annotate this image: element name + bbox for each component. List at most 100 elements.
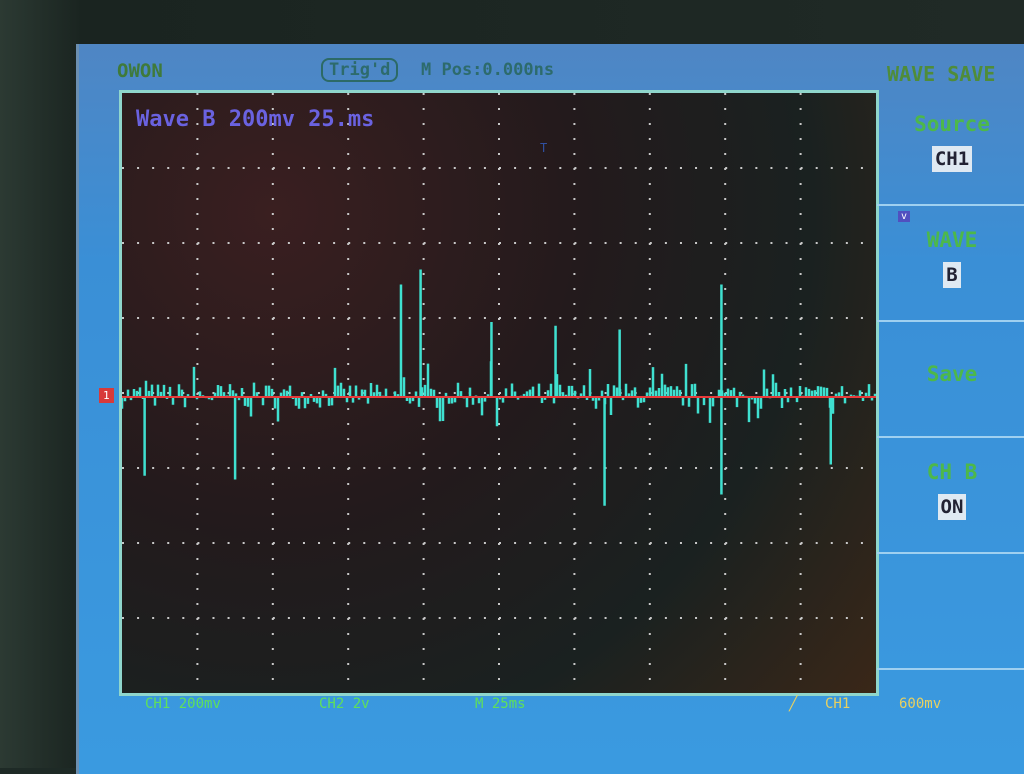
grid-dot xyxy=(212,242,215,244)
grid-dot xyxy=(347,528,350,530)
grid-dot xyxy=(196,303,199,305)
grid-dot xyxy=(347,603,350,605)
grid-dot xyxy=(453,542,456,544)
grid-dot xyxy=(498,378,500,380)
grid-dot xyxy=(498,303,500,305)
grid-dot xyxy=(348,167,351,169)
grid-dot xyxy=(724,138,727,140)
grid-dot xyxy=(422,453,425,455)
grid-dot xyxy=(347,213,350,215)
grid-dot xyxy=(333,542,336,544)
grid-dot xyxy=(544,617,547,619)
grid-dot xyxy=(393,542,396,544)
grid-dot xyxy=(604,242,607,244)
grid-dot xyxy=(648,93,651,95)
grid-dot xyxy=(799,198,802,200)
grid-dot xyxy=(648,558,651,560)
grid-dot xyxy=(498,198,500,200)
grid-dot xyxy=(498,153,500,155)
grid-dot xyxy=(799,183,802,185)
grid-dot xyxy=(363,542,366,544)
grid-dot xyxy=(573,183,576,185)
grid-dot xyxy=(422,603,425,605)
grid-dot xyxy=(137,542,140,544)
menu-ch-b[interactable]: CH B ON xyxy=(877,438,1024,554)
grid-dot xyxy=(574,467,577,469)
grid-dot xyxy=(182,317,185,319)
grid-dot xyxy=(830,542,833,544)
grid-dot xyxy=(422,423,425,425)
grid-dot xyxy=(740,167,743,169)
grid-dot xyxy=(422,183,425,185)
grid-dot xyxy=(799,123,802,125)
grid-dot xyxy=(196,663,199,665)
grid-dot xyxy=(710,467,713,469)
grid-dot xyxy=(679,317,682,319)
grid-dot xyxy=(137,242,140,244)
grid-dot xyxy=(799,303,802,305)
grid-dot xyxy=(348,317,351,319)
grid-dot xyxy=(589,542,592,544)
grid-dot xyxy=(573,108,576,110)
menu-wave[interactable]: WAVE B xyxy=(877,206,1024,322)
grid-dot xyxy=(196,213,199,215)
grid-dot xyxy=(393,242,396,244)
grid-dot xyxy=(648,573,651,575)
grid-dot xyxy=(770,542,773,544)
grid-dot xyxy=(302,617,305,619)
grid-dot xyxy=(529,542,532,544)
grid-dot xyxy=(197,167,200,169)
grid-dot xyxy=(770,242,773,244)
menu-save[interactable]: Save xyxy=(877,322,1024,438)
grid-dot xyxy=(333,467,336,469)
grid-dot xyxy=(271,528,274,530)
grid-dot xyxy=(438,617,441,619)
grid-dot xyxy=(408,392,411,394)
grid-dot xyxy=(378,617,381,619)
grid-dot xyxy=(799,423,802,425)
grid-dot xyxy=(529,467,532,469)
grid-dot xyxy=(724,273,727,275)
grid-dot xyxy=(318,617,321,619)
grid-dot xyxy=(573,378,576,380)
grid-dot xyxy=(573,498,576,500)
grid-dot xyxy=(137,167,140,169)
grid-dot xyxy=(648,198,651,200)
grid-dot xyxy=(799,408,802,410)
menu-empty[interactable] xyxy=(877,554,1024,670)
grid-dot xyxy=(724,213,727,215)
grid-dot xyxy=(227,317,230,319)
grid-dot xyxy=(573,648,576,650)
grid-dot xyxy=(799,453,802,455)
grid-dot xyxy=(799,153,802,155)
grid-dot xyxy=(347,648,350,650)
grid-dot xyxy=(845,617,848,619)
grid-dot xyxy=(755,392,758,394)
grid-dot xyxy=(799,513,802,515)
grid-dot xyxy=(422,213,425,215)
grid-dot xyxy=(679,242,682,244)
grid-dot xyxy=(573,303,576,305)
grid-dot xyxy=(271,258,274,260)
grid-dot xyxy=(468,317,471,319)
grid-dot xyxy=(589,617,592,619)
grid-dot xyxy=(302,242,305,244)
grid-dot xyxy=(799,228,802,230)
grid-dot xyxy=(724,438,727,440)
grid-dot xyxy=(498,558,500,560)
grid-dot xyxy=(799,333,802,335)
grid-dot xyxy=(227,242,230,244)
grid-dot xyxy=(845,167,848,169)
grid-dot xyxy=(648,123,651,125)
grid-dot xyxy=(815,242,818,244)
menu-source[interactable]: Source CH1 xyxy=(877,90,1024,206)
grid-dot xyxy=(544,467,547,469)
grid-dot xyxy=(589,317,592,319)
grid-dot xyxy=(422,498,425,500)
grid-dot xyxy=(724,288,727,290)
grid-dot xyxy=(212,617,215,619)
grid-dot xyxy=(815,317,818,319)
grid-dot xyxy=(152,467,155,469)
grid-dot xyxy=(271,363,274,365)
grid-dot xyxy=(845,392,848,394)
